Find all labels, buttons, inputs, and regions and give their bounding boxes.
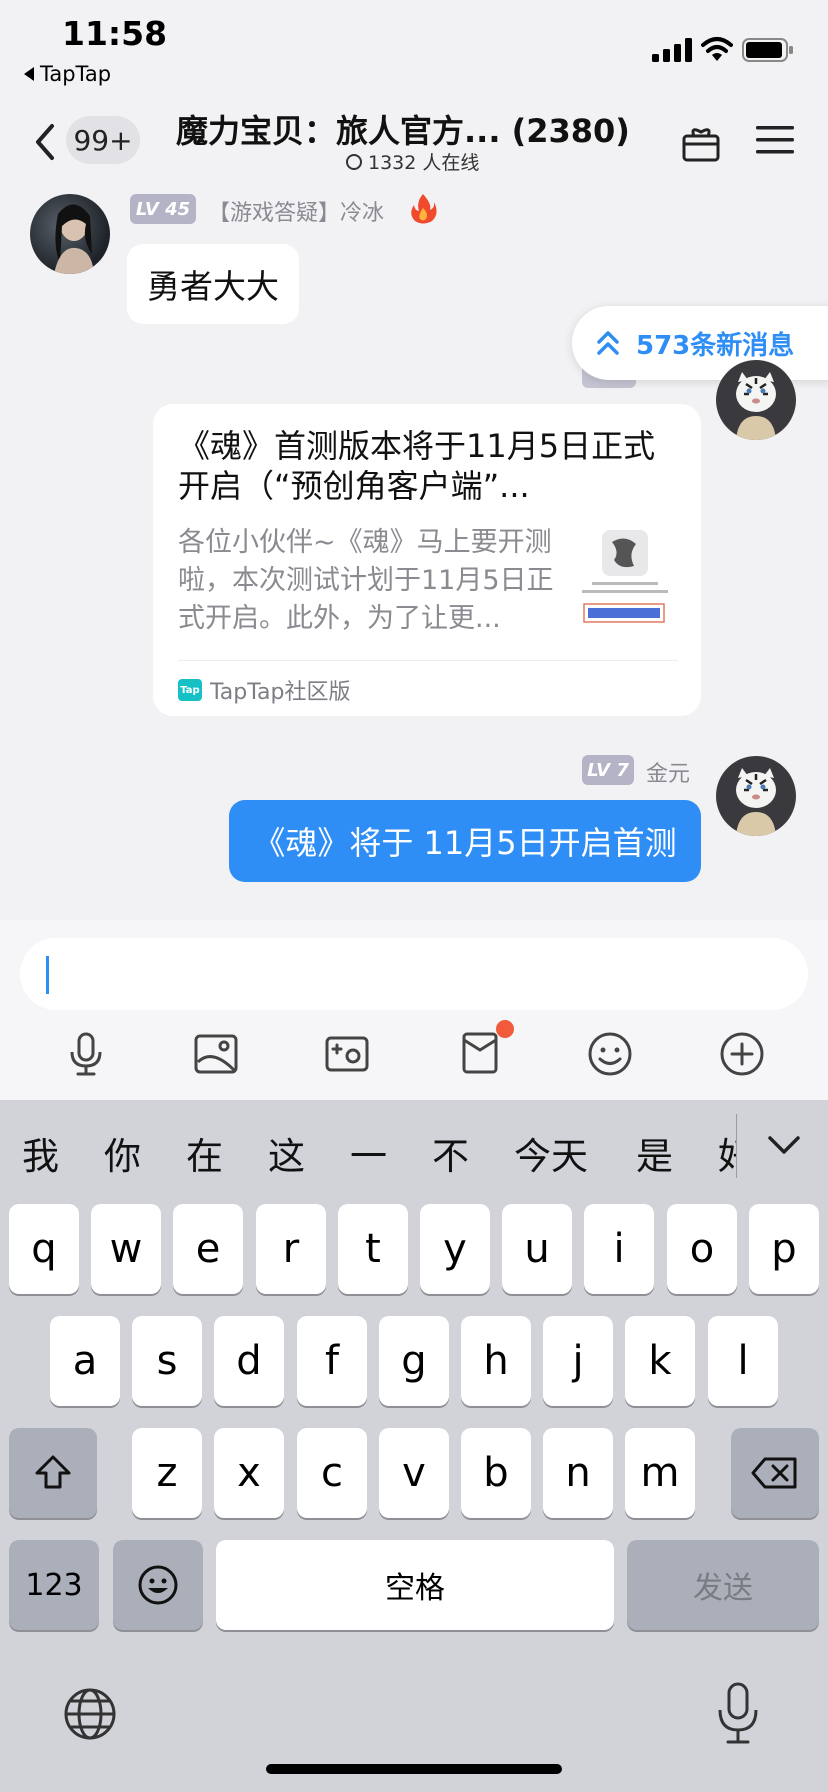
- key-n[interactable]: n: [543, 1428, 613, 1518]
- unread-count-badge[interactable]: 99+: [66, 116, 140, 164]
- online-status-icon: [346, 153, 362, 170]
- card-description: 各位小伙伴~《魂》马上要开测啦，本次测试计划于11月5日正式开启。此外，为了让更…: [178, 527, 554, 634]
- key-d[interactable]: d: [214, 1316, 284, 1406]
- key-k[interactable]: k: [625, 1316, 695, 1406]
- candidate-word[interactable]: 不: [432, 1126, 469, 1180]
- key-j[interactable]: j: [543, 1316, 613, 1406]
- back-chevron-icon[interactable]: [30, 120, 60, 164]
- chevron-down-icon[interactable]: [764, 1130, 804, 1160]
- red-packet-icon[interactable]: [456, 1028, 504, 1076]
- key-z[interactable]: z: [132, 1428, 202, 1518]
- key-t[interactable]: t: [338, 1204, 408, 1294]
- home-indicator: [266, 1764, 562, 1774]
- key-g[interactable]: g: [379, 1316, 449, 1406]
- key-y[interactable]: y: [420, 1204, 490, 1294]
- candidate-word[interactable]: 好: [718, 1126, 736, 1180]
- new-messages-label: 573条新消息: [636, 330, 795, 361]
- new-messages-button[interactable]: 573条新消息: [572, 306, 828, 380]
- key-e[interactable]: e: [173, 1204, 243, 1294]
- globe-icon[interactable]: [62, 1686, 118, 1742]
- card-divider: [178, 660, 678, 661]
- avatar[interactable]: [716, 360, 796, 440]
- candidate-word[interactable]: 你: [104, 1126, 141, 1180]
- sender-name[interactable]: 【游戏答疑】冷冰: [208, 195, 384, 227]
- backspace-icon: [751, 1457, 797, 1489]
- key-s[interactable]: s: [132, 1316, 202, 1406]
- menu-icon[interactable]: [756, 124, 794, 156]
- numbers-key[interactable]: 123: [9, 1540, 99, 1630]
- avatar[interactable]: [30, 194, 110, 274]
- shift-key[interactable]: [9, 1428, 97, 1518]
- notification-dot: [496, 1020, 514, 1038]
- key-q[interactable]: q: [9, 1204, 79, 1294]
- key-w[interactable]: w: [91, 1204, 161, 1294]
- key-p[interactable]: p: [749, 1204, 819, 1294]
- avatar[interactable]: [716, 756, 796, 836]
- user-portrait-icon: [54, 204, 94, 274]
- wifi-icon: [701, 37, 733, 61]
- key-c[interactable]: c: [297, 1428, 367, 1518]
- back-app-label: TapTap: [40, 62, 112, 86]
- battery-icon: [742, 38, 793, 62]
- sender-name[interactable]: 金元: [646, 756, 690, 788]
- backspace-key[interactable]: [731, 1428, 819, 1518]
- photo-icon[interactable]: [323, 1030, 371, 1078]
- double-chevron-up-icon: [597, 331, 619, 355]
- card-source-label: TapTap社区版: [210, 680, 351, 705]
- shift-arrow-icon: [35, 1455, 71, 1489]
- key-l[interactable]: l: [708, 1316, 778, 1406]
- key-r[interactable]: r: [256, 1204, 326, 1294]
- dictation-mic-icon[interactable]: [714, 1680, 762, 1746]
- key-o[interactable]: o: [667, 1204, 737, 1294]
- key-h[interactable]: h: [461, 1316, 531, 1406]
- candidate-word[interactable]: 是: [636, 1126, 673, 1180]
- text-caret: [46, 956, 49, 994]
- online-count: 1332 人在线: [346, 148, 479, 175]
- candidate-word[interactable]: 今天: [514, 1126, 588, 1180]
- candidate-word[interactable]: 这: [268, 1126, 305, 1180]
- space-key[interactable]: 空格: [216, 1540, 614, 1630]
- back-triangle-icon: [24, 67, 34, 81]
- image-icon[interactable]: [192, 1030, 240, 1078]
- candidate-word[interactable]: 在: [186, 1126, 223, 1180]
- emoji-icon[interactable]: [586, 1030, 634, 1078]
- group-chat-title[interactable]: 魔力宝贝：旅人官方... (2380): [176, 106, 646, 152]
- tiger-avatar-icon: [716, 756, 796, 836]
- flame-icon: [411, 194, 437, 224]
- key-f[interactable]: f: [297, 1316, 367, 1406]
- emoji-face-icon: [138, 1565, 178, 1605]
- candidate-word[interactable]: 我: [22, 1126, 59, 1180]
- tiger-avatar-icon: [716, 360, 796, 440]
- key-m[interactable]: m: [625, 1428, 695, 1518]
- key-a[interactable]: a: [50, 1316, 120, 1406]
- message-bubble[interactable]: 《魂》将于 11月5日开启首测: [229, 800, 701, 882]
- card-thumbnail-icon: [578, 528, 672, 628]
- card-source: Tap TapTap社区版: [178, 674, 351, 706]
- level-badge: LV 45: [130, 194, 196, 224]
- key-b[interactable]: b: [461, 1428, 531, 1518]
- plus-icon[interactable]: [718, 1030, 766, 1078]
- key-x[interactable]: x: [214, 1428, 284, 1518]
- online-count-label: 1332 人在线: [368, 152, 480, 174]
- status-time: 11:58: [62, 14, 168, 53]
- cellular-signal-icon: [652, 38, 692, 62]
- gift-box-icon[interactable]: [680, 122, 722, 162]
- candidate-separator: [736, 1114, 737, 1178]
- back-to-app-link[interactable]: TapTap: [24, 62, 111, 86]
- candidate-word[interactable]: 一: [350, 1126, 387, 1180]
- send-key[interactable]: 发送: [627, 1540, 819, 1630]
- mic-icon[interactable]: [62, 1030, 110, 1078]
- level-badge: LV 7: [582, 755, 634, 785]
- taptap-logo-icon: Tap: [178, 679, 202, 701]
- key-u[interactable]: u: [502, 1204, 572, 1294]
- key-i[interactable]: i: [584, 1204, 654, 1294]
- card-title: 《魂》首测版本将于11月5日正式开启（“预创角客户端”...: [178, 427, 656, 505]
- message-bubble[interactable]: 勇者大大: [127, 244, 299, 324]
- key-v[interactable]: v: [379, 1428, 449, 1518]
- emoji-key[interactable]: [113, 1540, 203, 1630]
- message-input[interactable]: [20, 938, 808, 1010]
